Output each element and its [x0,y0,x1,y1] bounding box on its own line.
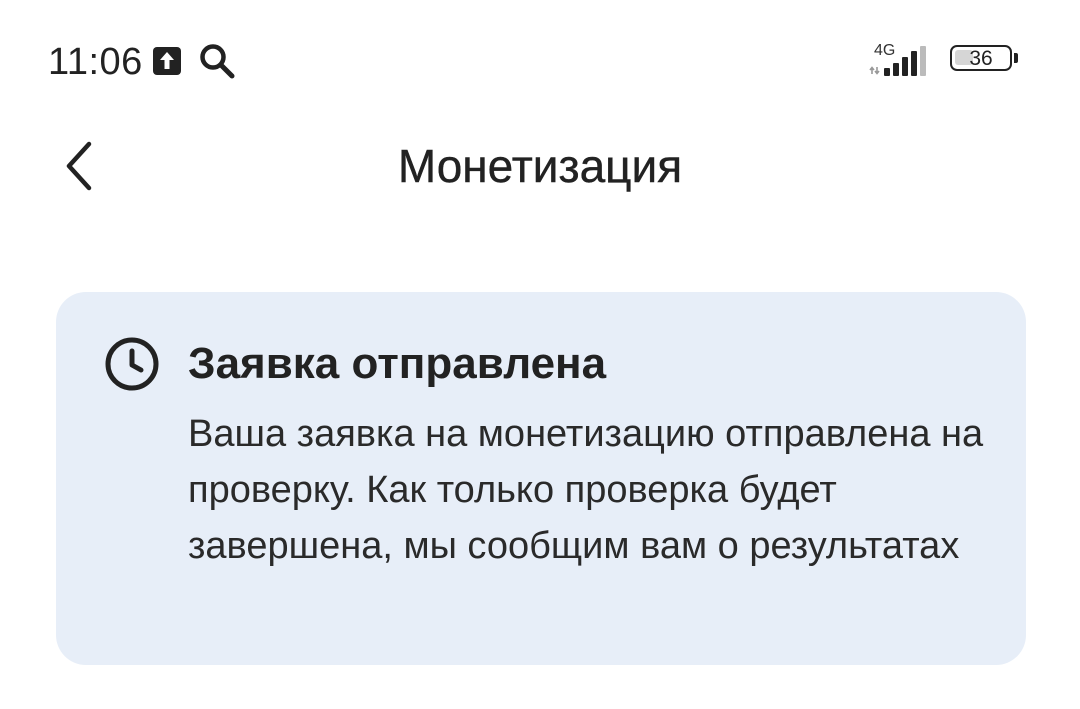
upload-icon [153,47,181,75]
battery-percent: 36 [969,46,993,70]
card-title: Заявка отправлена [188,339,607,388]
page-title: Монетизация [397,140,683,192]
network-type-label: 4G [874,42,895,59]
battery-icon: 36 [950,45,1022,75]
clock-icon [105,337,159,391]
battery-tip [1014,53,1018,63]
status-time: 11:06 [48,41,143,83]
application-status-card: Заявка отправлена Ваша заявка на монетиз… [56,292,1026,665]
signal-icon: 4G [869,42,926,76]
battery-body: 36 [950,45,1012,71]
card-description: Ваша заявка на монетизацию отправлена на… [188,413,984,567]
search-icon [200,44,235,79]
screen: 11:06 4G 36 Монетизация Заявка отправлен… [0,0,1080,709]
status-bar: 11:06 4G 36 [0,0,1080,120]
